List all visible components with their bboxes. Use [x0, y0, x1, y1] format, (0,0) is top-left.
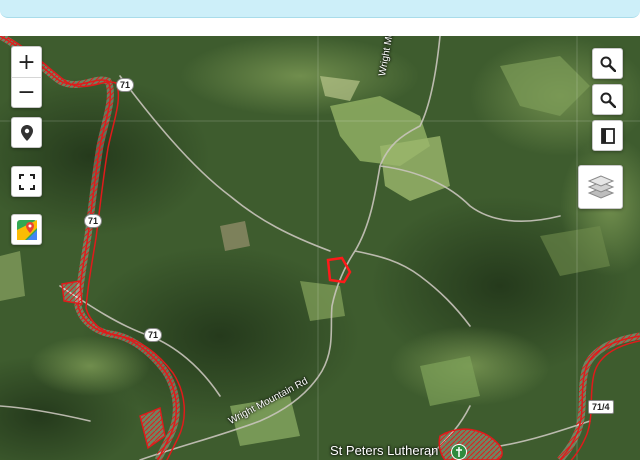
locate-button[interactable]	[11, 117, 42, 148]
layers-icon	[587, 175, 614, 199]
zoom-control: + −	[11, 46, 42, 108]
place-label-st-peters-lutheran: St Peters Lutheran	[330, 443, 439, 458]
google-maps-icon	[16, 219, 37, 240]
church-marker-icon[interactable]	[451, 444, 467, 460]
zoom-out-button[interactable]: −	[12, 77, 41, 107]
fullscreen-button[interactable]	[11, 166, 42, 197]
search-zoom-out-button[interactable]	[592, 84, 623, 115]
magnifier-icon	[600, 92, 616, 108]
fullscreen-icon	[18, 173, 35, 190]
route-shield: 71	[144, 328, 163, 342]
bookmark-button[interactable]	[592, 120, 623, 151]
layers-button[interactable]	[578, 165, 623, 209]
route-shield: 71/4	[588, 400, 614, 414]
route-shield: 71	[84, 214, 103, 228]
book-icon	[600, 127, 615, 144]
route-shield: 71	[116, 78, 135, 92]
magnifier-icon	[600, 56, 616, 72]
location-pin-icon	[20, 124, 33, 141]
map-view[interactable]: Wright Mountain Rd Wright Mountain St Pe…	[0, 36, 640, 460]
satellite-imagery	[0, 36, 640, 460]
top-banner	[0, 0, 640, 18]
search-zoom-in-button[interactable]	[592, 48, 623, 79]
zoom-in-button[interactable]: +	[12, 47, 41, 77]
google-maps-button[interactable]	[11, 214, 42, 245]
